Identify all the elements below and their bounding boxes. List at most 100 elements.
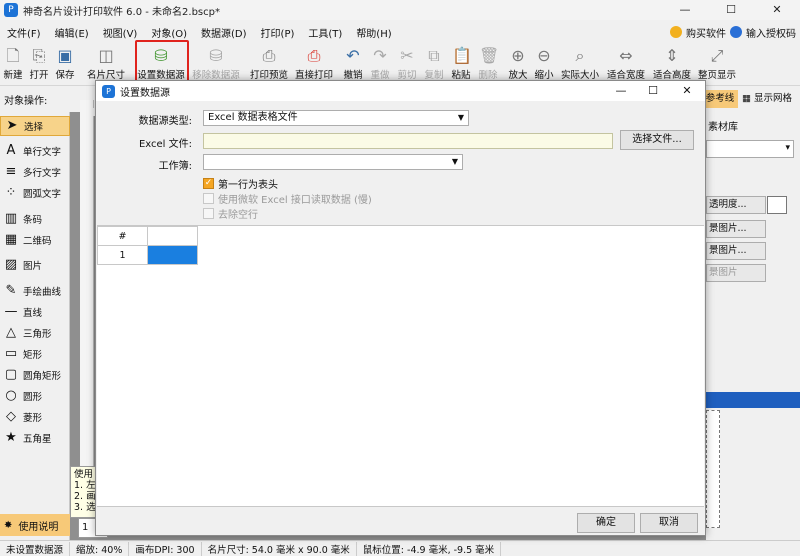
tool-select[interactable]: ➤ 选择 xyxy=(0,116,70,136)
show-grid-toggle[interactable]: ▦ 显示网格 xyxy=(742,90,800,108)
full-page-button[interactable]: ⤢ 整页显示 xyxy=(696,46,738,84)
new-button[interactable]: 🗋 新建 xyxy=(2,46,24,84)
tool-rounded-rect[interactable]: ▢ 圆角矩形 xyxy=(0,365,70,385)
excel-file-input[interactable] xyxy=(203,133,613,149)
dialog-maximize-button[interactable]: ☐ xyxy=(636,81,670,101)
dialog-app-icon: P xyxy=(102,84,115,98)
tool-star[interactable]: ★ 五角星 xyxy=(0,428,70,448)
redo-button[interactable]: ↷ 重做 xyxy=(369,46,391,84)
print-preview-icon: ⎙ xyxy=(262,46,276,65)
cut-icon: ✂ xyxy=(400,46,414,65)
tool-diamond[interactable]: ◇ 菱形 xyxy=(0,407,70,427)
window-title: 神奇名片设计打印软件 6.0 - 未命名2.bscp* xyxy=(23,6,220,18)
dialog-title: 设置数据源 xyxy=(120,87,170,99)
right-panel-tabs: 参考线 ▦ 显示网格 xyxy=(700,88,800,110)
data-preview-grid[interactable]: # 1 xyxy=(97,225,704,507)
chevron-down-icon: ▼ xyxy=(451,157,458,166)
paste-icon: 📋 xyxy=(452,46,472,65)
guides-toggle[interactable]: 参考线 xyxy=(702,90,738,108)
fit-width-button[interactable]: ⇔ 适合宽度 xyxy=(605,46,647,84)
datasource-dialog: P 设置数据源 — ☐ ✕ 数据源类型: Excel 数据表格文件 ▼ Exce… xyxy=(95,80,706,536)
menu-print[interactable]: 打印(P) xyxy=(254,25,302,40)
status-mouse-position: 鼠标位置: -4.9 毫米, -9.5 毫米 xyxy=(357,541,502,556)
menu-file[interactable]: 文件(F) xyxy=(0,25,48,40)
text-icon: A xyxy=(6,143,16,158)
checkbox-empty-icon xyxy=(203,207,214,219)
panel-header-bar xyxy=(706,392,800,408)
sheet-select[interactable]: ▼ xyxy=(203,154,463,170)
tool-circle[interactable]: ○ 圆形 xyxy=(0,386,70,406)
zoom-in-button[interactable]: ⊕ 放大 xyxy=(507,46,529,84)
cancel-button[interactable]: 取消 xyxy=(640,513,698,533)
tool-qrcode[interactable]: ▦ 二维码 xyxy=(0,230,70,250)
opacity-button[interactable]: 透明度... xyxy=(706,196,766,214)
grid-header-index: # xyxy=(97,226,148,246)
choose-file-button[interactable]: 选择文件... xyxy=(620,130,694,150)
datasource-type-select[interactable]: Excel 数据表格文件 ▼ xyxy=(203,110,469,126)
card-size-button[interactable]: ◫ 名片尺寸 xyxy=(86,46,126,84)
use-ms-excel-checkbox[interactable]: 使用微软 Excel 接口读取数据 (慢) xyxy=(203,191,372,206)
save-button[interactable]: ▣ 保存 xyxy=(54,46,76,84)
actual-size-button[interactable]: ⌕ 实际大小 xyxy=(560,46,600,84)
menu-datasource[interactable]: 数据源(D) xyxy=(194,25,254,40)
fit-height-button[interactable]: ⇕ 适合高度 xyxy=(651,46,693,84)
sheet-label: 工作簿: xyxy=(158,161,192,172)
help-tab[interactable]: ✸ 使用说明 xyxy=(0,514,70,536)
tool-single-text[interactable]: A 单行文字 xyxy=(0,141,70,161)
zoom-out-button[interactable]: ⊖ 缩小 xyxy=(533,46,555,84)
undo-button[interactable]: ↶ 撤销 xyxy=(342,46,364,84)
grid-header-col1[interactable] xyxy=(147,226,198,246)
dialog-close-button[interactable]: ✕ xyxy=(670,81,704,101)
tool-arc-text[interactable]: ⁘ 圆弧文字 xyxy=(0,183,70,203)
material-library-tab[interactable]: 素材库 xyxy=(708,118,738,133)
print-preview-button[interactable]: ⎙ 打印预览 xyxy=(249,46,289,84)
tool-image[interactable]: ▨ 图片 xyxy=(0,255,70,275)
direct-print-button[interactable]: ⎙ 直接打印 xyxy=(294,46,334,84)
buy-icon xyxy=(670,26,682,38)
menu-help[interactable]: 帮助(H) xyxy=(349,25,398,40)
cut-button[interactable]: ✂ 剪切 xyxy=(396,46,418,84)
remove-blank-rows-checkbox[interactable]: 去除空行 xyxy=(203,206,258,221)
tool-triangle[interactable]: △ 三角形 xyxy=(0,323,70,343)
actual-size-icon: ⌕ xyxy=(575,46,585,65)
menu-tools[interactable]: 工具(T) xyxy=(301,25,349,40)
title-bar: P 神奇名片设计打印软件 6.0 - 未命名2.bscp* — ☐ ✕ xyxy=(0,0,800,20)
bg-image-button-3[interactable]: 景图片 xyxy=(706,264,766,282)
tool-freehand[interactable]: ✎ 手绘曲线 xyxy=(0,281,70,301)
grid-selected-cell[interactable] xyxy=(147,245,198,265)
open-button[interactable]: ⎘ 打开 xyxy=(28,46,50,84)
close-button[interactable]: ✕ xyxy=(754,0,800,20)
copy-button[interactable]: ⧉ 复制 xyxy=(423,46,445,84)
menu-view[interactable]: 视图(V) xyxy=(96,25,145,40)
delete-button[interactable]: 🗑 删除 xyxy=(477,46,499,84)
tool-multi-text[interactable]: ≡ 多行文字 xyxy=(0,162,70,182)
first-row-header-checkbox[interactable]: ✓ 第一行为表头 xyxy=(203,176,278,191)
datasource-type-label: 数据源类型: xyxy=(138,116,192,127)
fit-height-icon: ⇕ xyxy=(665,46,679,65)
bg-image-button-1[interactable]: 景图片... xyxy=(706,220,766,238)
fit-width-icon: ⇔ xyxy=(619,46,633,65)
buy-software-link[interactable]: 购买软件 xyxy=(686,25,726,40)
tool-rectangle[interactable]: ▭ 矩形 xyxy=(0,344,70,364)
object-ops-label: 对象操作: xyxy=(4,96,48,107)
bg-image-button-2[interactable]: 景图片... xyxy=(706,242,766,260)
tool-line[interactable]: — 直线 xyxy=(0,302,70,322)
tool-barcode[interactable]: ▥ 条码 xyxy=(0,209,70,229)
material-combo[interactable] xyxy=(706,140,794,158)
arc-text-icon: ⁘ xyxy=(5,185,17,200)
dialog-title-bar: P 设置数据源 — ☐ ✕ xyxy=(96,81,705,101)
ok-button[interactable]: 确定 xyxy=(577,513,635,533)
status-bar: 未设置数据源 缩放: 40% 画布DPI: 300 名片尺寸: 54.0 毫米 … xyxy=(0,540,800,556)
paste-button[interactable]: 📋 粘贴 xyxy=(450,46,472,84)
dialog-minimize-button[interactable]: — xyxy=(604,81,638,101)
grid-icon: ▦ xyxy=(742,93,754,104)
minimize-button[interactable]: — xyxy=(662,0,708,20)
color-swatch[interactable] xyxy=(767,196,787,214)
remove-datasource-button[interactable]: ⛁ 移除数据源 xyxy=(190,46,242,84)
maximize-button[interactable]: ☐ xyxy=(708,0,754,20)
menu-edit[interactable]: 编辑(E) xyxy=(48,25,96,40)
full-page-icon: ⤢ xyxy=(710,46,724,65)
delete-icon: 🗑 xyxy=(479,46,500,65)
license-link[interactable]: 输入授权码 xyxy=(746,25,796,40)
menu-object[interactable]: 对象(O) xyxy=(144,25,194,40)
